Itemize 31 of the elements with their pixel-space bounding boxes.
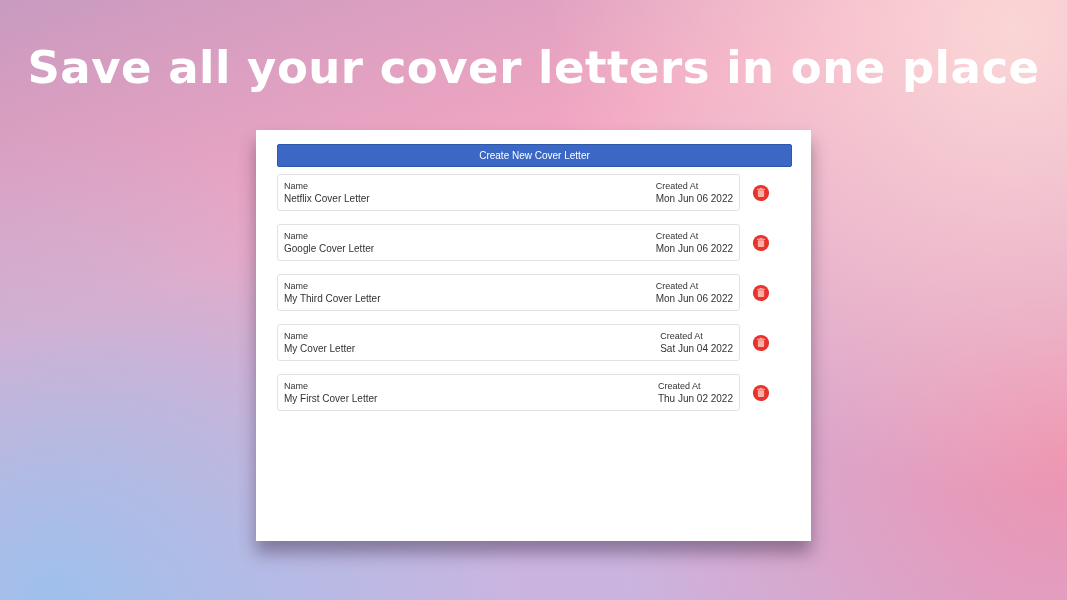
created-date: Mon Jun 06 2022 <box>655 193 733 204</box>
letter-card[interactable]: Name My First Cover Letter Created At Thu Jun 02 2022 <box>277 374 740 411</box>
created-date: Thu Jun 02 2022 <box>657 393 733 404</box>
letter-name: My Third Cover Letter <box>284 293 381 304</box>
trash-icon[interactable] <box>752 333 770 352</box>
letter-name: My First Cover Letter <box>284 393 378 404</box>
field-label: Created At <box>655 231 700 241</box>
letter-name: My Cover Letter <box>284 343 356 354</box>
letter-card[interactable]: Name Netflix Cover Letter Created At Mon Jun 06 2022 <box>277 174 740 211</box>
create-button[interactable]: Create New Cover Letter <box>277 144 792 167</box>
letter-card[interactable]: Name My Cover Letter Created At Sat Jun 04 2022 <box>277 324 740 361</box>
field-label: Name <box>284 331 309 341</box>
created-date: Mon Jun 06 2022 <box>655 243 733 254</box>
field-label: Created At <box>657 381 702 391</box>
letter-card[interactable]: Name Google Cover Letter Created At Mon Jun 06 2022 <box>277 224 740 261</box>
created-date: Mon Jun 06 2022 <box>655 293 733 304</box>
created-date: Sat Jun 04 2022 <box>660 343 733 354</box>
trash-icon[interactable] <box>752 383 770 402</box>
letter-card[interactable]: Name My Third Cover Letter Created At Mon Jun 06 2022 <box>277 274 740 311</box>
field-label: Name <box>284 231 309 241</box>
field-label: Created At <box>655 281 700 291</box>
letter-name: Google Cover Letter <box>284 243 375 254</box>
field-label: Created At <box>660 331 704 341</box>
trash-icon[interactable] <box>752 283 770 302</box>
field-label: Created At <box>655 181 700 191</box>
field-label: Name <box>284 281 309 291</box>
trash-icon[interactable] <box>752 183 770 202</box>
field-label: Name <box>284 181 309 191</box>
field-label: Name <box>284 381 309 391</box>
trash-icon[interactable] <box>752 233 770 252</box>
letter-name: Netflix Cover Letter <box>284 193 370 204</box>
